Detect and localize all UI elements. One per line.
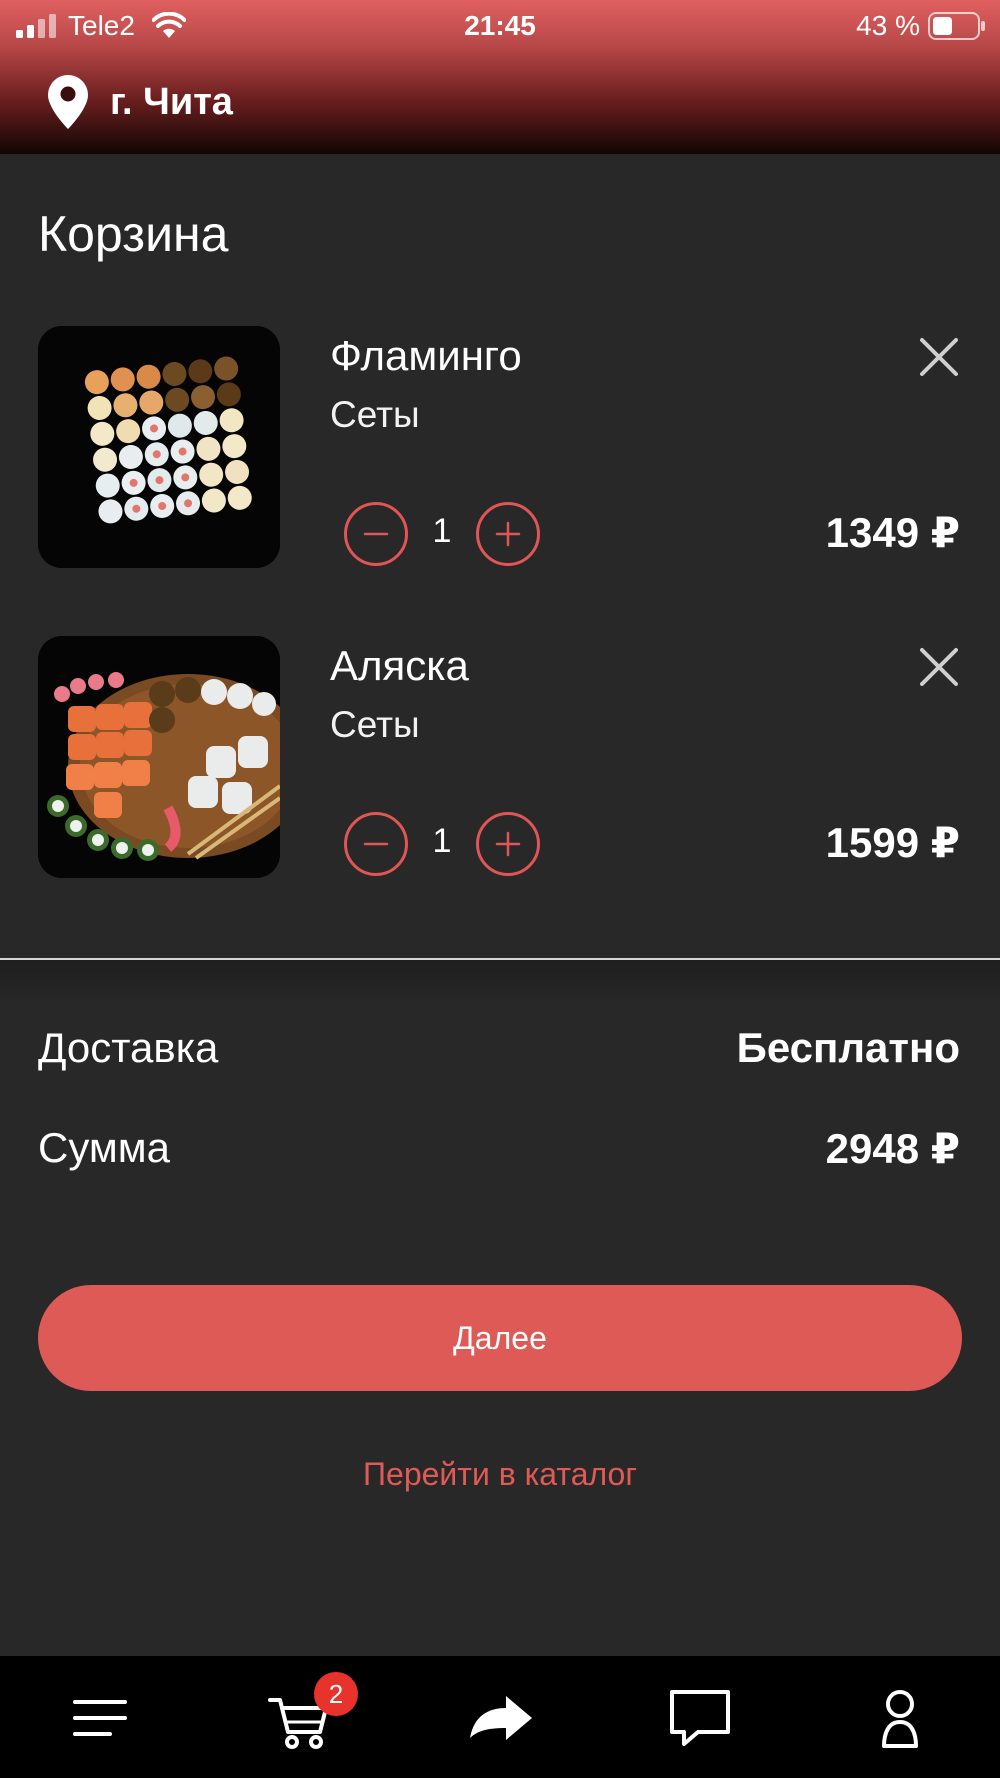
- cart-item: Фламинго Сеты 1 1349 ₽: [0, 326, 1000, 568]
- plus-icon: [495, 831, 521, 857]
- item-price: 1599 ₽: [825, 819, 960, 866]
- minus-icon: [363, 842, 389, 846]
- product-image[interactable]: [38, 326, 280, 568]
- divider-shadow: [0, 960, 1000, 1004]
- remove-item-button[interactable]: [918, 336, 960, 378]
- remove-item-button[interactable]: [918, 646, 960, 688]
- item-category: Сеты: [330, 394, 420, 435]
- go-to-catalog-link[interactable]: Перейти в каталог: [0, 1456, 1000, 1493]
- nav-share-button[interactable]: [460, 1678, 540, 1758]
- delivery-value: Бесплатно: [736, 1024, 960, 1071]
- bottom-navigation: 2: [0, 1656, 1000, 1778]
- location-pin-icon: [48, 75, 88, 129]
- cart-count-badge: 2: [314, 1672, 358, 1716]
- quantity-value: 1: [432, 512, 452, 550]
- status-time: 21:45: [464, 10, 536, 41]
- status-bar: Tele2 21:45 43 %: [0, 0, 1000, 52]
- increase-quantity-button[interactable]: [476, 502, 540, 566]
- delivery-label: Доставка: [38, 1024, 219, 1071]
- battery-percent: 43 %: [856, 10, 920, 41]
- chat-icon: [670, 1690, 730, 1746]
- page-title: Корзина: [38, 206, 229, 262]
- decrease-quantity-button[interactable]: [344, 502, 408, 566]
- cart-item: Аляска Сеты 1 1599 ₽: [0, 636, 1000, 878]
- item-name: Аляска: [330, 642, 469, 689]
- sushi-platter-image: [38, 636, 280, 878]
- menu-icon: [73, 1700, 127, 1736]
- sum-value: 2948 ₽: [825, 1125, 960, 1172]
- item-price: 1349 ₽: [825, 509, 960, 556]
- share-icon: [470, 1696, 532, 1740]
- quantity-value: 1: [432, 822, 452, 860]
- plus-icon: [495, 521, 521, 547]
- product-image[interactable]: [38, 636, 280, 878]
- minus-icon: [363, 532, 389, 536]
- nav-chat-button[interactable]: [660, 1678, 740, 1758]
- city-name: г. Чита: [110, 80, 233, 123]
- nav-profile-button[interactable]: [860, 1678, 940, 1758]
- city-selector[interactable]: г. Чита: [48, 74, 233, 130]
- item-category: Сеты: [330, 704, 420, 745]
- sum-label: Сумма: [38, 1124, 170, 1171]
- battery-icon: [928, 12, 985, 40]
- decrease-quantity-button[interactable]: [344, 812, 408, 876]
- app-header: Tele2 21:45 43 % г. Чита: [0, 0, 1000, 154]
- increase-quantity-button[interactable]: [476, 812, 540, 876]
- profile-icon: [882, 1690, 918, 1748]
- item-name: Фламинго: [330, 332, 522, 379]
- next-button[interactable]: Далее: [38, 1285, 962, 1391]
- nav-menu-button[interactable]: [60, 1678, 140, 1758]
- sushi-set-image: [38, 326, 280, 568]
